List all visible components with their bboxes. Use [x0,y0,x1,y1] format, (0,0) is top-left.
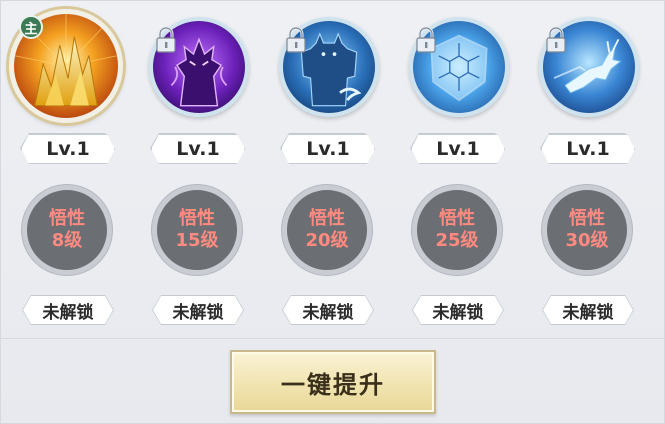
unlock-status-label: 未解锁 [413,296,503,324]
requirement-level: 30级 [565,230,609,251]
lock-icon [546,27,566,53]
skill-level-label: Lv.1 [151,134,245,164]
skill-panel: 主 Lv.1 悟性 8级 未解锁 Lv.1 悟性 15级 未解锁 Lv.1 悟性… [0,0,665,424]
requirement-level: 25级 [435,230,479,251]
unlock-status-label: 未解锁 [153,296,243,324]
insight-requirement-badge: 悟性 30级 [542,185,632,275]
unlock-status-label: 未解锁 [283,296,373,324]
divider [1,338,665,339]
requirement-level: 15级 [175,230,219,251]
lock-icon [156,27,176,53]
requirement-title: 悟性 [49,207,85,229]
skill-level-label: Lv.1 [541,134,635,164]
skill-level-label: Lv.1 [281,134,375,164]
skill-level-label: Lv.1 [21,134,115,164]
unlock-status-label: 未解锁 [543,296,633,324]
skill-level-label: Lv.1 [411,134,505,164]
insight-requirement-badge: 悟性 20级 [282,185,372,275]
one-click-upgrade-button[interactable]: 一键提升 [230,350,436,414]
lock-icon [286,27,306,53]
requirement-title: 悟性 [569,207,605,229]
requirement-title: 悟性 [179,207,215,229]
unlock-status-label: 未解锁 [23,296,113,324]
requirement-level: 8级 [51,230,83,251]
insight-requirement-badge: 悟性 8级 [22,185,112,275]
requirement-title: 悟性 [439,207,475,229]
insight-requirement-badge: 悟性 25级 [412,185,502,275]
requirement-level: 20级 [305,230,349,251]
lock-icon [416,27,436,53]
requirement-title: 悟性 [309,207,345,229]
insight-requirement-badge: 悟性 15级 [152,185,242,275]
main-skill-badge: 主 [19,15,43,39]
